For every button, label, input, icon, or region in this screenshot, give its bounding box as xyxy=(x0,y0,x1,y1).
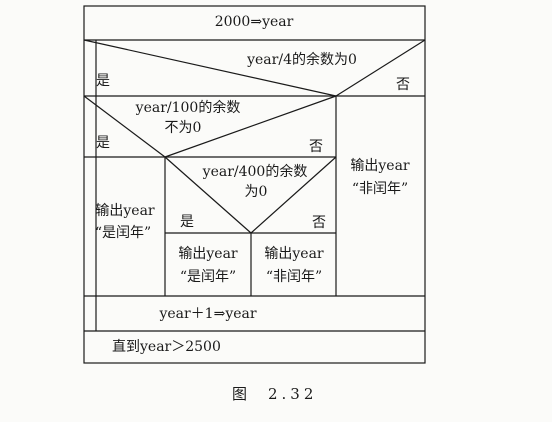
output-notleap-b-line1: 输出year xyxy=(264,246,324,262)
increment-statement: year＋1⇒year xyxy=(159,306,257,322)
loop-until-condition: 直到year＞2500 xyxy=(112,339,221,355)
init-statement: 2000⇒year xyxy=(214,14,294,30)
output-notleap-a-line1: 输出year xyxy=(350,158,410,174)
cond2-no-label: 否 xyxy=(309,139,323,155)
cond3-no-label: 否 xyxy=(312,215,326,231)
output-leap-a-line1: 输出year xyxy=(95,203,155,219)
cond1-diagonal-left xyxy=(83,39,337,97)
cond1-no-label: 否 xyxy=(396,77,410,93)
cond3-text-line1: year/400的余数 xyxy=(202,164,308,180)
cond1-yes-label: 是 xyxy=(96,73,110,89)
cond1-text: year/4的余数为0 xyxy=(247,52,357,68)
output-leap-b-line2: “是闰年” xyxy=(179,269,237,285)
cond3-text-line2: 为0 xyxy=(244,184,268,200)
cond2-text-line2: 不为0 xyxy=(164,120,202,136)
cond1-diagonal-right xyxy=(335,39,426,97)
cond3-yes-label: 是 xyxy=(180,214,194,230)
output-notleap-b-line2: “非闰年” xyxy=(265,269,323,285)
cond2-text-line1: year/100的余数 xyxy=(135,100,241,116)
output-leap-b-line1: 输出year xyxy=(178,246,238,262)
figure-caption-label: 图 xyxy=(232,385,252,403)
figure-caption-number: 2.32 xyxy=(268,385,318,403)
cond2-yes-label: 是 xyxy=(96,135,110,151)
output-notleap-a-line2: “非闰年” xyxy=(351,181,409,197)
output-leap-a-line2: “是闰年” xyxy=(94,225,152,241)
